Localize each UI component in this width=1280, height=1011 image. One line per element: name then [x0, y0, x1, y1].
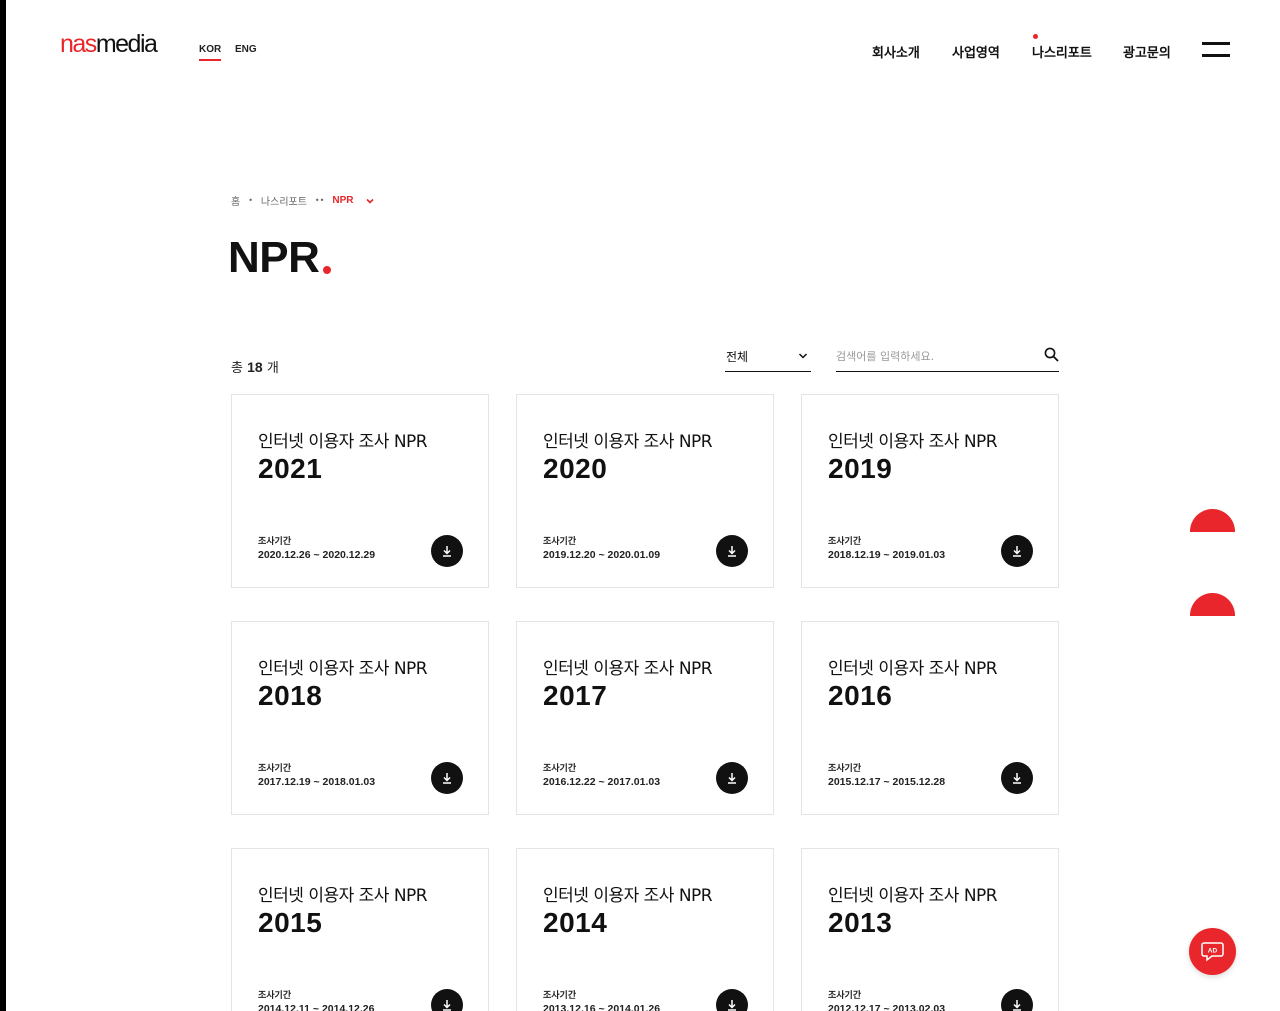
total-count-number: 18	[247, 359, 263, 375]
card-label: 인터넷 이용자 조사 NPR	[828, 659, 998, 679]
title-accent-dot	[323, 266, 331, 274]
report-card[interactable]: 인터넷 이용자 조사 NPR 2019 조사기간 2018.12.19 ~ 20…	[801, 394, 1059, 588]
nasmedia-logo[interactable]: nasmedia	[60, 30, 158, 59]
floating-button-bottom[interactable]	[1190, 593, 1235, 616]
card-year: 2020	[543, 453, 608, 484]
search-icon[interactable]	[1044, 347, 1059, 362]
breadcrumb-separator: ••	[314, 196, 325, 205]
card-year: 2013	[828, 907, 893, 938]
report-card[interactable]: 인터넷 이용자 조사 NPR 2018 조사기간 2017.12.19 ~ 20…	[231, 621, 489, 815]
download-button[interactable]	[716, 762, 748, 794]
nav-company[interactable]: 회사소개	[872, 42, 920, 61]
total-count: 총 18 개	[231, 359, 279, 376]
hamburger-menu-icon[interactable]	[1202, 42, 1230, 58]
card-year: 2017	[543, 680, 608, 711]
card-period-label: 조사기간	[543, 991, 577, 1001]
download-icon	[728, 773, 736, 784]
download-icon	[443, 773, 451, 784]
filter-value: 전체	[726, 350, 749, 364]
breadcrumb: 홈 • 나스리포트 •• NPR	[231, 193, 375, 208]
download-icon	[728, 546, 736, 557]
report-card[interactable]: 인터넷 이용자 조사 NPR 2016 조사기간 2015.12.17 ~ 20…	[801, 621, 1059, 815]
floating-button-top[interactable]	[1190, 509, 1235, 532]
download-button[interactable]	[1001, 989, 1033, 1011]
page-title: NPR	[228, 233, 320, 282]
download-icon	[443, 546, 451, 557]
download-icon	[1013, 546, 1021, 557]
card-period-label: 조사기간	[258, 764, 292, 774]
card-period: 2018.12.19 ~ 2019.01.03	[828, 549, 946, 561]
ad-chat-button[interactable]: AD	[1189, 928, 1236, 975]
card-period: 2020.12.26 ~ 2020.12.29	[258, 549, 376, 561]
report-card[interactable]: 인터넷 이용자 조사 NPR 2021 조사기간 2020.12.26 ~ 20…	[231, 394, 489, 588]
card-label: 인터넷 이용자 조사 NPR	[258, 886, 428, 906]
site-header: nasmedia KOR ENG 회사소개 사업영역 나스리포트 광고문의	[0, 0, 1280, 100]
card-label: 인터넷 이용자 조사 NPR	[543, 886, 713, 906]
download-button[interactable]	[1001, 762, 1033, 794]
download-button[interactable]	[716, 989, 748, 1011]
card-year: 2015	[258, 907, 323, 938]
report-card[interactable]: 인터넷 이용자 조사 NPR 2013 조사기간 2012.12.17 ~ 20…	[801, 848, 1059, 1011]
download-button[interactable]	[431, 989, 463, 1011]
card-period: 2017.12.19 ~ 2018.01.03	[258, 776, 376, 788]
lang-kor-link[interactable]: KOR	[199, 44, 222, 61]
download-button[interactable]	[716, 535, 748, 567]
card-label: 인터넷 이용자 조사 NPR	[258, 659, 428, 679]
breadcrumb-home[interactable]: 홈	[231, 193, 240, 208]
card-label: 인터넷 이용자 조사 NPR	[828, 886, 998, 906]
download-icon	[1013, 1000, 1021, 1011]
lang-eng-link[interactable]: ENG	[235, 44, 257, 55]
card-period-label: 조사기간	[828, 537, 862, 547]
card-period: 2012.12.17 ~ 2013.02.03	[828, 1003, 946, 1011]
card-period: 2013.12.16 ~ 2014.01.26	[543, 1003, 661, 1011]
card-period-label: 조사기간	[828, 991, 862, 1001]
chevron-down-icon	[798, 353, 808, 359]
report-card[interactable]: 인터넷 이용자 조사 NPR 2015 조사기간 2014.12.11 ~ 20…	[231, 848, 489, 1011]
chevron-down-icon[interactable]	[365, 196, 375, 206]
download-button[interactable]	[1001, 535, 1033, 567]
card-year: 2019	[828, 453, 893, 484]
card-label: 인터넷 이용자 조사 NPR	[543, 659, 713, 679]
report-card[interactable]: 인터넷 이용자 조사 NPR 2014 조사기간 2013.12.16 ~ 20…	[516, 848, 774, 1011]
card-period-label: 조사기간	[258, 991, 292, 1001]
card-period-label: 조사기간	[543, 537, 577, 547]
category-filter-select[interactable]: 전체	[725, 341, 811, 372]
card-year: 2016	[828, 680, 893, 711]
card-label: 인터넷 이용자 조사 NPR	[828, 432, 998, 452]
download-button[interactable]	[431, 762, 463, 794]
nav-ad-inquiry[interactable]: 광고문의	[1123, 42, 1171, 61]
download-icon	[443, 1000, 451, 1011]
nav-nasreport[interactable]: 나스리포트	[1032, 42, 1092, 61]
report-card[interactable]: 인터넷 이용자 조사 NPR 2017 조사기간 2016.12.22 ~ 20…	[516, 621, 774, 815]
card-label: 인터넷 이용자 조사 NPR	[543, 432, 713, 452]
card-period: 2019.12.20 ~ 2020.01.09	[543, 549, 661, 561]
ad-chat-icon: AD	[1201, 942, 1224, 962]
card-label: 인터넷 이용자 조사 NPR	[258, 432, 428, 452]
card-period: 2014.12.11 ~ 2014.12.26	[258, 1003, 375, 1011]
report-card[interactable]: 인터넷 이용자 조사 NPR 2020 조사기간 2019.12.20 ~ 20…	[516, 394, 774, 588]
left-edge-bar	[0, 0, 6, 1011]
download-icon	[1013, 773, 1021, 784]
nav-business[interactable]: 사업영역	[952, 42, 1000, 61]
breadcrumb-separator: •	[248, 196, 253, 205]
card-period: 2015.12.17 ~ 2015.12.28	[828, 776, 946, 788]
active-nav-indicator	[1033, 34, 1038, 39]
card-year: 2014	[543, 907, 608, 938]
svg-text:AD: AD	[1208, 948, 1218, 955]
search-box	[836, 341, 1059, 372]
card-year: 2018	[258, 680, 323, 711]
card-period-label: 조사기간	[828, 764, 862, 774]
breadcrumb-current[interactable]: NPR	[332, 195, 353, 206]
card-period: 2016.12.22 ~ 2017.01.03	[543, 776, 661, 788]
search-input[interactable]	[836, 346, 1036, 366]
breadcrumb-parent[interactable]: 나스리포트	[261, 193, 307, 208]
card-year: 2021	[258, 453, 323, 484]
card-period-label: 조사기간	[258, 537, 292, 547]
download-button[interactable]	[431, 535, 463, 567]
download-icon	[728, 1000, 736, 1011]
card-period-label: 조사기간	[543, 764, 577, 774]
